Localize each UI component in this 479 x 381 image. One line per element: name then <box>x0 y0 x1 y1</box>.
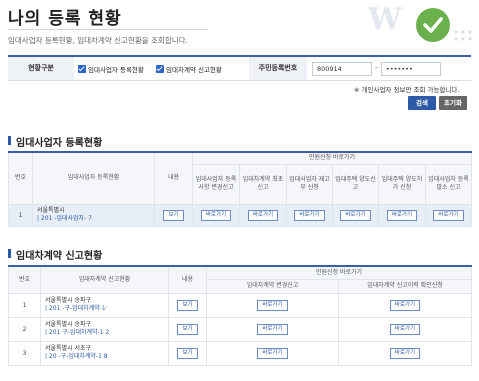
rental-business-table: 번호 임대사업자 등록현황 내용 민원신청 바로가기 임대사업자 등록사항 변경… <box>8 151 473 227</box>
col-header-content: 내용 <box>154 151 193 205</box>
view-button[interactable]: 보기 <box>177 347 198 359</box>
col-header-sub: 임대차계약 신고이력 확인신청 <box>337 278 473 294</box>
col-header-sub: 임대차계약 변경신고 <box>206 278 339 294</box>
row-address: 서울특별시 송파구 | 201 -구-임대차계약-1· <box>40 292 169 318</box>
view-button[interactable]: 보기 <box>177 299 198 311</box>
col-header-status: 임대사업자 등록현황 <box>32 151 155 205</box>
row-number: 1 <box>8 292 41 318</box>
checkbox-checked-icon <box>78 65 86 73</box>
row-address-line1: 서울특별시 송파구 <box>45 297 92 304</box>
resident-number-front-input[interactable]: 800914 <box>312 62 372 76</box>
row-number: 2 <box>8 316 41 342</box>
checkbox-checked-icon <box>156 65 164 73</box>
shortcut-button[interactable]: 바로가기 <box>257 323 288 335</box>
row-address-line2: | 20 -구-임대차계약-1 8 <box>45 353 108 360</box>
search-panel: 현황구분 임대사업자 등록현황 임대차계약 신고현황 주민등록번호 800914… <box>8 55 471 81</box>
view-button[interactable]: 보기 <box>177 323 198 335</box>
row-address-line2: | 201 -임대사업자- 7 <box>37 215 92 222</box>
shortcut-button[interactable]: 바로가기 <box>389 347 421 359</box>
status-type-label: 현황구분 <box>8 57 74 80</box>
row-number: 3 <box>8 340 41 366</box>
shortcut-button[interactable]: 바로가기 <box>389 323 421 335</box>
col-header-group: 민원신청 바로가기 <box>191 151 473 165</box>
shortcut-button[interactable]: 바로가기 <box>257 347 288 359</box>
lease-contract-checkbox[interactable]: 임대차계약 신고현황 <box>156 64 222 74</box>
search-button[interactable]: 검색 <box>408 96 436 110</box>
rental-business-checkbox-label: 임대사업자 등록현황 <box>88 66 144 74</box>
table-row: 1 서울특별시 송파구 | 201 -구-임대차계약-1· 보기 바로가기 바로… <box>8 292 473 318</box>
check-circle-icon <box>416 8 450 42</box>
resident-number-back-input[interactable]: ••••••• <box>381 62 441 76</box>
shortcut-button[interactable]: 바로가기 <box>257 299 288 311</box>
row-address-line1: 서울특별시 서초구 <box>45 345 92 352</box>
col-header-sub: 임대주택 양도신고 <box>332 163 379 205</box>
col-header-no: 번호 <box>8 151 33 205</box>
hero-illustration: W <box>360 0 479 50</box>
shortcut-button[interactable]: 바로가기 <box>294 209 325 221</box>
col-header-no: 번호 <box>8 265 41 294</box>
table-row: 1 서울특별시 | 201 -임대사업자- 7 보기 바로가기 바로가기 바로가… <box>8 203 473 227</box>
row-address-line2: | 201 구-임대차계약-1 2 <box>45 329 110 336</box>
row-address-line1: 서울특별시 송파구 <box>45 321 92 328</box>
title-underline <box>8 29 208 30</box>
col-header-sub: 임대사업자 등록말소 신고 <box>424 163 473 205</box>
shortcut-button[interactable]: 바로가기 <box>247 209 279 221</box>
resident-number-label: 주민등록번호 <box>249 57 307 80</box>
row-number: 1 <box>8 203 33 227</box>
col-header-sub: 임대사업자 등록사항 변경신고 <box>192 163 240 205</box>
lease-contract-table: 번호 임대차계약 신고현황 내용 민원신청 바로가기 임대차계약 변경신고 임대… <box>8 265 473 366</box>
page-header: 나의 등록 현황 임대사업자 등록현황, 임대차계약 신고현황을 조회합니다. … <box>0 0 479 52</box>
hero-letter-decoration: W <box>368 2 402 37</box>
page-title: 나의 등록 현황 <box>8 9 122 29</box>
shortcut-button[interactable]: 바로가기 <box>433 209 464 221</box>
section-title-rental-business: 임대사업자 등록현황 <box>8 134 102 149</box>
view-button[interactable]: 보기 <box>163 209 184 221</box>
search-notice: ※ 개인사업자 정보만 조회 가능합니다. <box>354 86 460 94</box>
lease-contract-checkbox-label: 임대차계약 신고현황 <box>166 66 222 74</box>
row-address: 서울특별시 송파구 | 201 구-임대차계약-1 2 <box>40 316 169 342</box>
row-address: 서울특별시 서초구 | 20 -구-임대차계약-1 8 <box>40 340 169 366</box>
shortcut-button[interactable]: 바로가기 <box>386 209 418 221</box>
col-header-group: 민원신청 바로가기 <box>205 265 473 280</box>
page-description: 임대사업자 등록현황, 임대차계약 신고현황을 조회합니다. <box>8 36 188 45</box>
col-header-sub: 임대주택 양도허가 신청 <box>378 163 426 205</box>
resident-number-dash: - <box>375 64 378 72</box>
shortcut-button[interactable]: 바로가기 <box>200 209 232 221</box>
shortcut-button[interactable]: 바로가기 <box>389 299 421 311</box>
row-address-line2: | 201 -구-임대차계약-1· <box>45 305 108 312</box>
shortcut-button[interactable]: 바로가기 <box>340 209 371 221</box>
reset-button[interactable]: 초기화 <box>439 96 467 110</box>
col-header-sub: 임대차계약 최초신고 <box>239 163 287 205</box>
row-address-line1: 서울특별시 <box>37 207 65 214</box>
col-header-content: 내용 <box>168 265 207 294</box>
col-header-sub: 임대사업자 재고부 신청 <box>286 163 333 205</box>
table-row: 2 서울특별시 송파구 | 201 구-임대차계약-1 2 보기 바로가기 바로… <box>8 316 473 342</box>
section-title-lease-contract: 임대차계약 신고현황 <box>8 247 102 262</box>
col-header-status: 임대차계약 신고현황 <box>40 265 169 294</box>
dots-decoration-icon <box>454 30 472 41</box>
rental-business-checkbox[interactable]: 임대사업자 등록현황 <box>78 64 144 74</box>
table-row: 3 서울특별시 서초구 | 20 -구-임대차계약-1 8 보기 바로가기 바로… <box>8 340 473 366</box>
row-address: 서울특별시 | 201 -임대사업자- 7 <box>32 203 155 227</box>
